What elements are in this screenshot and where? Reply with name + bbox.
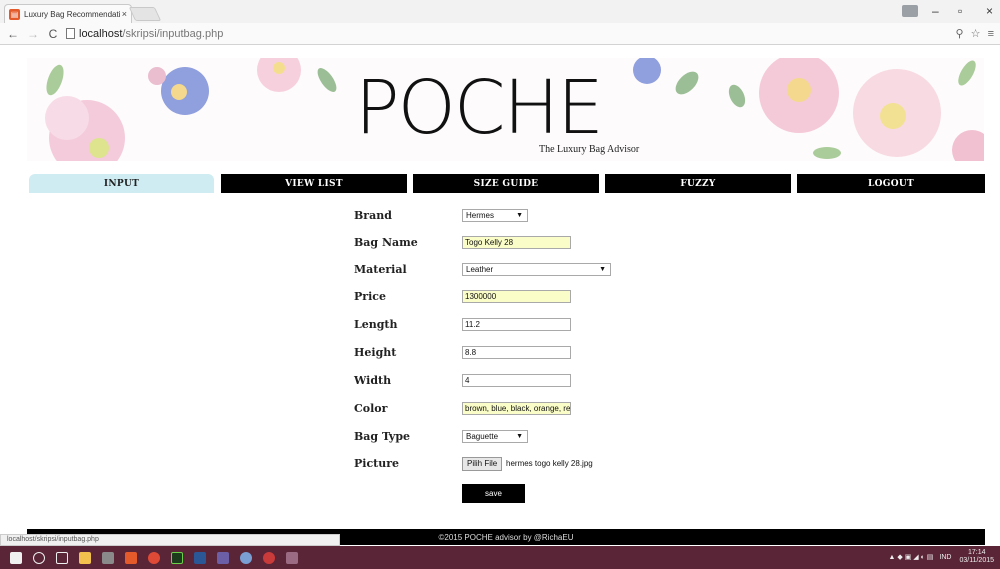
url-host: localhost [79,27,123,40]
floral-banner: POCHE The Luxury Bag Advisor [27,58,984,161]
logo-tagline: The Luxury Bag Advisor [539,144,640,155]
bag-name-label: Bag Name [354,236,418,249]
brand-select-value: Hermes [466,211,495,220]
new-tab-button[interactable] [128,7,162,21]
dreamweaver-icon[interactable] [171,551,183,564]
picture-label: Picture [354,457,400,470]
clock[interactable]: 17:14 03/11/2015 [959,549,994,565]
language-indicator[interactable]: IND [939,554,951,561]
url-field[interactable]: localhost /skripsi/inputbag.php [66,28,223,40]
favicon-icon: ▤ [9,8,20,20]
system-tray: ▲ ◆ ▣ ◢ ◐ ▤ IND 17:14 03/11/2015 [889,549,994,565]
bag-type-select[interactable]: Baguette ▼ [462,430,528,443]
height-label: Height [354,346,397,359]
page-icon [66,28,75,39]
close-window-icon[interactable]: × [986,4,993,18]
chosen-file-name: hermes togo kelly 28.jpg [506,459,593,468]
store-icon[interactable] [102,551,114,564]
status-bar-url: localhost/skripsi/inputbag.php [0,534,340,546]
windows-taskbar: ▲ ◆ ▣ ◢ ◐ ▤ IND 17:14 03/11/2015 [0,546,1000,569]
material-select[interactable]: Leather ▼ [462,263,611,276]
choose-file-button[interactable]: Pilih File [462,457,503,471]
save-button[interactable]: save [462,484,525,503]
reload-icon[interactable]: C [46,27,60,41]
brand-label: Brand [354,209,392,222]
task-view-icon[interactable] [56,551,68,564]
forward-icon[interactable]: → [26,27,40,41]
poche-logo: POCHE [355,65,604,151]
nav-input[interactable]: INPUT [29,174,214,193]
length-input[interactable]: 11.2 [462,318,571,331]
page-content: POCHE The Luxury Bag Advisor INPUT VIEW … [0,46,1000,545]
color-label: Color [354,402,388,415]
height-input[interactable]: 8.8 [462,346,571,359]
search-icon[interactable] [33,551,45,564]
brand-select[interactable]: Hermes ▼ [462,209,528,222]
material-select-value: Leather [466,265,494,274]
visio-icon[interactable] [217,551,229,564]
nav-size-guide[interactable]: SIZE GUIDE [413,174,599,193]
start-icon[interactable] [10,551,22,564]
browser-tab[interactable]: ▤ Luxury Bag Recommendation × [4,4,132,23]
bag-type-label: Bag Type [354,430,411,443]
price-input[interactable]: 1300000 [462,290,571,303]
profile-icon[interactable] [902,5,918,17]
tab-close-icon[interactable]: × [122,9,127,19]
clock-time: 17:14 [967,549,986,556]
tab-title: Luxury Bag Recommendation [24,9,120,19]
length-label: Length [354,318,398,331]
clock-date: 03/11/2015 [959,557,994,564]
chrome-icon[interactable] [148,551,160,564]
nav-fuzzy[interactable]: FUZZY [605,174,791,193]
app-icon[interactable] [286,551,298,564]
app-icon[interactable] [240,551,252,564]
color-input[interactable]: brown, blue, black, orange, re [462,402,571,415]
dropdown-arrow-icon: ▼ [516,433,523,440]
url-path: /skripsi/inputbag.php [122,27,224,40]
bag-name-input[interactable]: Togo Kelly 28 [462,236,571,249]
nav-view-list[interactable]: VIEW LIST [221,174,407,193]
back-icon[interactable]: ← [6,27,20,41]
minimize-icon[interactable]: – [932,4,939,18]
width-input[interactable]: 4 [462,374,571,387]
material-label: Material [354,263,407,276]
maximize-icon[interactable]: ▫ [958,4,962,18]
main-nav: INPUT VIEW LIST SIZE GUIDE FUZZY LOGOUT [29,174,985,193]
bag-type-select-value: Baguette [466,432,499,441]
address-bar: ← → C localhost /skripsi/inputbag.php ⚲ … [0,23,1000,45]
tray-icons[interactable]: ▲ ◆ ▣ ◢ ◐ ▤ [889,553,934,561]
word-icon[interactable] [194,551,206,564]
width-label: Width [354,374,392,387]
xampp-icon[interactable] [125,551,137,564]
nav-logout[interactable]: LOGOUT [797,174,985,193]
price-label: Price [354,290,386,303]
file-explorer-icon[interactable] [79,551,91,564]
extensions-icon[interactable]: ⚲ ☆ ≡ [956,27,996,40]
opera-icon[interactable] [263,551,275,564]
browser-titlebar: ▤ Luxury Bag Recommendation × – ▫ × [0,0,1000,23]
dropdown-arrow-icon: ▼ [599,266,606,273]
dropdown-arrow-icon: ▼ [516,212,523,219]
